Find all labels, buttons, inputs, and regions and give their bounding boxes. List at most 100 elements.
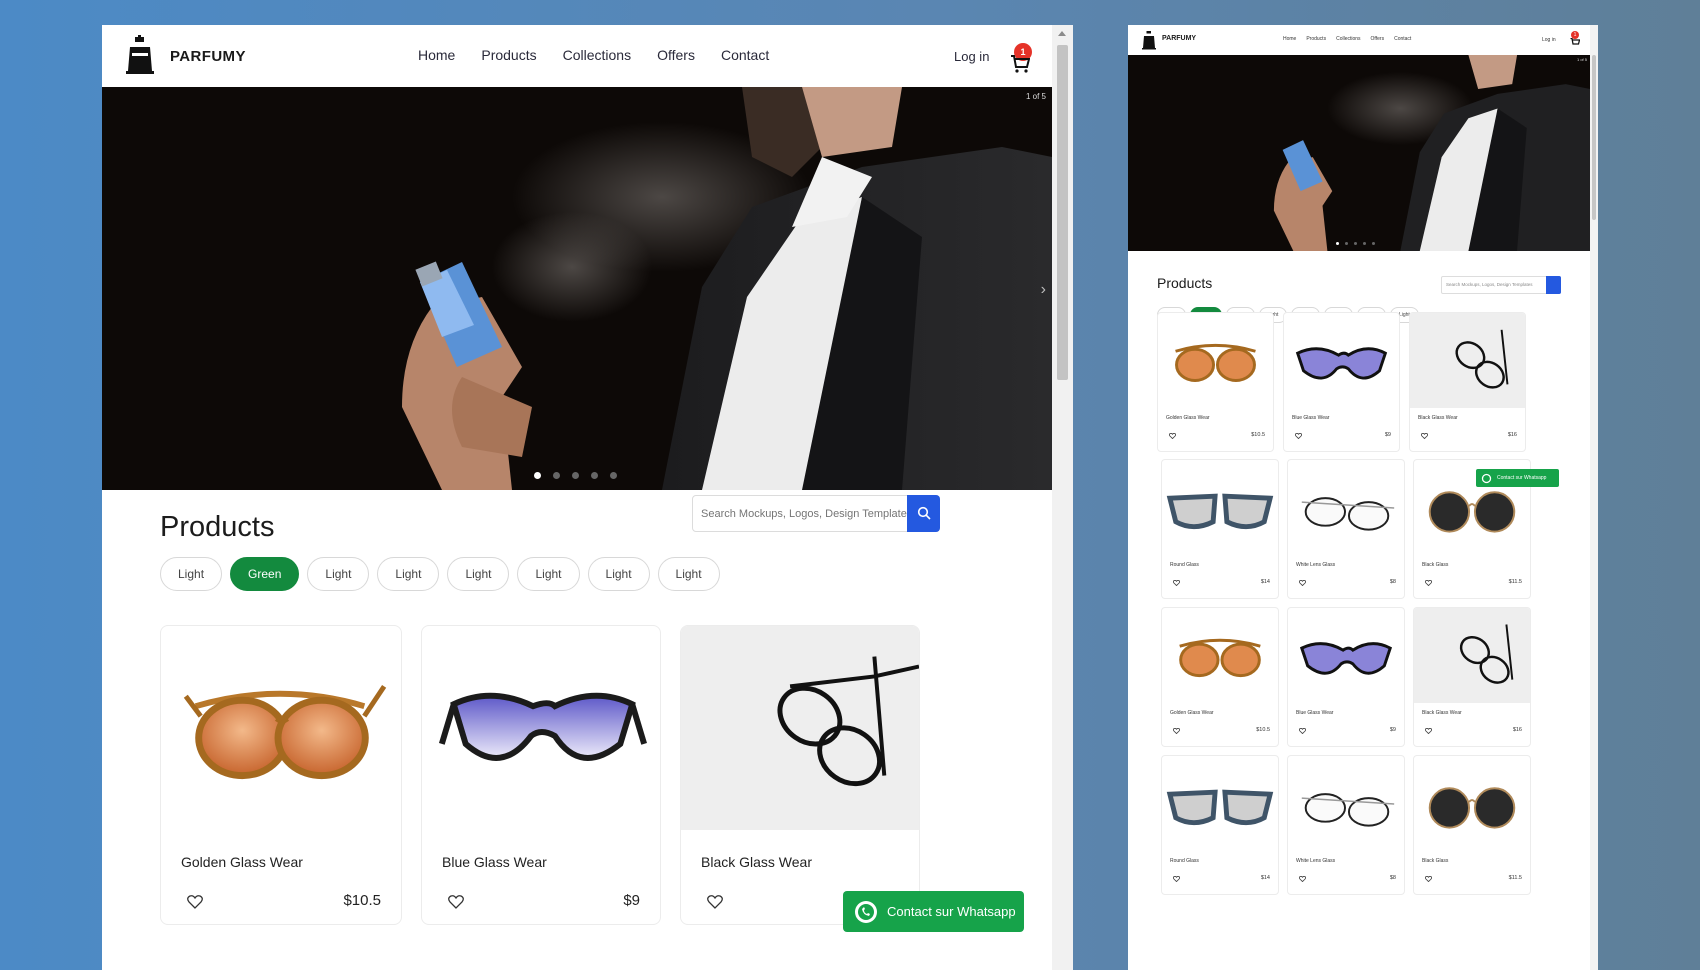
cart-icon [1011, 55, 1030, 73]
nav-offers[interactable]: Offers [657, 47, 695, 63]
slide-dot[interactable] [572, 472, 579, 479]
hero-carousel[interactable]: 1 of 5 › [102, 87, 1052, 490]
product-card: Black Glass Wear $16 [1413, 607, 1531, 747]
product-card: Golden Glass Wear $10.5 [1161, 607, 1279, 747]
page-scrollbar [1590, 25, 1598, 970]
nav-products[interactable]: Products [481, 47, 536, 63]
perfume-bottle-logo-icon[interactable] [126, 35, 154, 75]
product-name: White Lens Glass [1296, 858, 1336, 864]
search-icon [917, 506, 931, 520]
product-name: Black Glass Wear [701, 854, 812, 870]
slide-dot [1345, 242, 1348, 245]
filter-chip[interactable]: Light [377, 557, 440, 591]
product-image [183, 684, 387, 780]
search-input[interactable] [693, 496, 907, 531]
product-image [1414, 608, 1530, 703]
nav-collections[interactable]: Collections [563, 47, 631, 63]
product-card[interactable]: Blue Glass Wear $9 [421, 625, 661, 925]
slide-dot [1354, 242, 1357, 245]
product-name: Round Glass [1170, 562, 1199, 568]
heart-icon [1425, 728, 1432, 734]
heart-icon [1299, 728, 1306, 734]
products-heading: Products [1157, 275, 1213, 291]
product-price: $16 [1512, 727, 1522, 733]
cart-icon [1570, 38, 1580, 45]
filter-chip[interactable]: Light [517, 557, 580, 591]
site-header-small: PARFUMY Home Products Collections Offers… [1128, 25, 1590, 55]
filter-chip[interactable]: Light [447, 557, 510, 591]
product-image [438, 692, 647, 761]
nav-contact[interactable]: Contact [721, 47, 769, 63]
product-price: $10.5 [343, 892, 381, 909]
heart-icon [1295, 433, 1302, 439]
heart-icon[interactable] [448, 895, 464, 909]
filter-chip-active[interactable]: Green [230, 557, 300, 591]
slide-dots [534, 472, 617, 479]
product-price: $8 [1389, 579, 1396, 585]
product-name: Black Glass Wear [1422, 710, 1462, 716]
login-link: Log in [1542, 37, 1556, 43]
product-image [1299, 642, 1393, 675]
slide-counter: 1 of 5 [1025, 92, 1046, 101]
product-card: Blue Glass Wear $9 [1283, 312, 1400, 452]
nav-products: Products [1306, 36, 1327, 42]
product-card: Round Glass $14 [1161, 459, 1279, 599]
next-slide-arrow-icon[interactable]: › [1041, 281, 1046, 299]
slide-dot[interactable] [553, 472, 560, 479]
heart-icon[interactable] [187, 895, 203, 909]
whatsapp-icon [855, 901, 877, 923]
product-card: Blue Glass Wear $9 [1287, 607, 1405, 747]
product-price: $9 [623, 892, 640, 909]
product-image [1179, 638, 1261, 678]
product-card[interactable]: Golden Glass Wear $10.5 [160, 625, 402, 925]
heart-icon[interactable] [707, 895, 723, 909]
slide-dot[interactable] [534, 472, 541, 479]
heart-icon [1173, 580, 1180, 586]
product-card: Black Glass $11.5 [1413, 755, 1531, 895]
nav-home[interactable]: Home [418, 47, 455, 63]
product-price: $14 [1260, 579, 1270, 585]
product-card: White Lens Glass $8 [1287, 755, 1405, 895]
product-search: Search Mockups, Logos, Design Templates [1441, 276, 1561, 294]
search-button [1546, 276, 1561, 294]
page-scrollbar[interactable] [1052, 25, 1073, 970]
product-name: Golden Glass Wear [1170, 710, 1214, 716]
whatsapp-contact-button[interactable]: Contact sur Whatsapp [843, 891, 1024, 932]
perfume-bottle-logo-icon [1142, 31, 1156, 50]
product-image [681, 626, 919, 830]
product-image [1410, 313, 1525, 408]
product-name: Round Glass [1170, 858, 1199, 864]
cart-button[interactable]: 1 [1010, 43, 1032, 73]
product-image [1295, 347, 1388, 380]
slide-dot[interactable] [591, 472, 598, 479]
scrollbar-thumb [1592, 55, 1596, 220]
heart-icon [1425, 876, 1432, 882]
product-price: $9 [1389, 727, 1396, 733]
scroll-up-arrow-icon[interactable] [1058, 31, 1066, 36]
login-link[interactable]: Log in [954, 49, 989, 64]
product-name: Blue Glass Wear [442, 854, 547, 870]
product-name: Golden Glass Wear [1166, 415, 1210, 421]
whatsapp-icon [1481, 473, 1492, 484]
product-name: Golden Glass Wear [181, 854, 303, 870]
filter-chip[interactable]: Light [307, 557, 370, 591]
scrollbar-thumb[interactable] [1057, 45, 1068, 380]
product-image [1175, 343, 1256, 382]
filter-chip[interactable]: Light [587, 557, 650, 591]
product-name: Black Glass Wear [1418, 415, 1458, 421]
search-placeholder: Search Mockups, Logos, Design Templates [1446, 282, 1533, 287]
product-price: $9 [1384, 432, 1391, 438]
slide-dot [1372, 242, 1375, 245]
product-card: Black Glass Wear $16 [1409, 312, 1526, 452]
heart-icon [1299, 580, 1306, 586]
product-card[interactable]: Black Glass Wear $16 [680, 625, 920, 925]
whatsapp-contact-button: Contact sur Whatsapp [1476, 469, 1559, 487]
filter-chip[interactable]: Light [160, 557, 223, 591]
heart-icon [1425, 580, 1432, 586]
brand-name[interactable]: PARFUMY [170, 48, 246, 65]
product-price: $11.5 [1508, 875, 1522, 881]
product-name: White Lens Glass [1296, 562, 1336, 568]
slide-dot[interactable] [610, 472, 617, 479]
search-button[interactable] [907, 495, 940, 532]
filter-chip[interactable]: Light [657, 557, 720, 591]
